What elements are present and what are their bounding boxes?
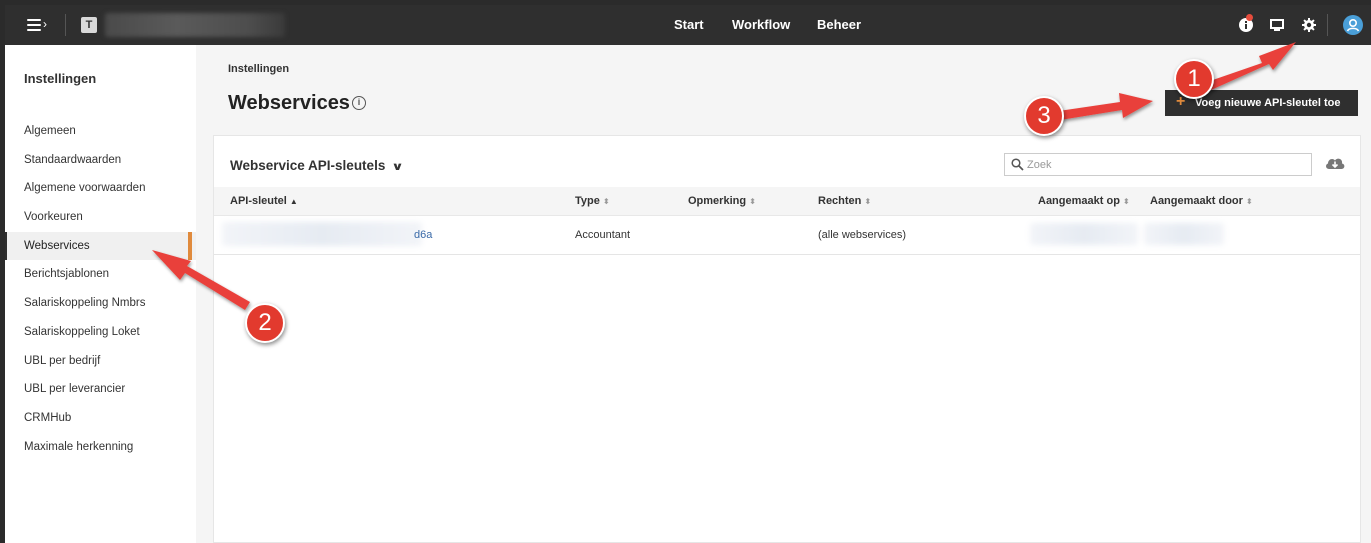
- nav-workflow[interactable]: Workflow: [732, 17, 790, 32]
- hamburger-icon-line: [27, 29, 41, 31]
- sidebar-item-algemene-voorwaarden[interactable]: Algemene voorwaarden: [5, 174, 196, 203]
- cell-type: Accountant: [575, 229, 631, 241]
- sidebar-item-maximale-herkenning[interactable]: Maximale herkenning: [5, 433, 196, 462]
- sort-asc-icon: ▲: [289, 197, 298, 206]
- cell-rechten: (alle webservices): [818, 229, 907, 241]
- annotation-marker-2: 2: [245, 303, 285, 343]
- column-label: Aangemaakt op: [1038, 195, 1120, 207]
- column-label: Opmerking: [688, 195, 747, 207]
- sidebar-item-standaardwaarden[interactable]: Standaardwaarden: [5, 146, 196, 175]
- menu-toggle-button[interactable]: ›: [25, 14, 55, 36]
- divider: [65, 14, 66, 36]
- gear-icon[interactable]: [1299, 15, 1319, 35]
- sort-icon: ⬍: [1245, 197, 1253, 206]
- api-key-link[interactable]: d6a: [414, 229, 432, 241]
- column-header-aangemaakt-door[interactable]: Aangemaakt door ⬍: [1150, 195, 1253, 207]
- page-title: Webservices: [228, 92, 350, 114]
- notification-dot: [1246, 14, 1253, 21]
- sidebar-item-berichtsjablonen[interactable]: Berichtsjablonen: [5, 260, 196, 289]
- sidebar-item-salariskoppeling-loket[interactable]: Salariskoppeling Loket: [5, 318, 196, 347]
- panel-title-label: Webservice API-sleutels: [230, 158, 386, 173]
- organization-badge[interactable]: T: [81, 17, 97, 33]
- chevron-down-icon: ∨: [391, 161, 405, 173]
- hamburger-icon: [27, 19, 41, 21]
- column-label: Rechten: [818, 195, 862, 207]
- column-label: Type: [575, 195, 600, 207]
- cloud-download-icon[interactable]: [1324, 154, 1346, 172]
- sidebar-item-voorkeuren[interactable]: Voorkeuren: [5, 203, 196, 232]
- search-icon: [1011, 158, 1024, 171]
- settings-sidebar: Instellingen Algemeen Standaardwaarden A…: [5, 45, 196, 543]
- annotation-marker-1: 1: [1174, 59, 1214, 99]
- user-avatar-icon[interactable]: [1343, 15, 1363, 35]
- nav-beheer[interactable]: Beheer: [817, 17, 861, 32]
- annotation-marker-3: 3: [1024, 96, 1064, 136]
- app-window: › T Start Workflow Beheer Instellingen A…: [5, 5, 1371, 543]
- search-box: [1004, 153, 1312, 176]
- column-header-aangemaakt-op[interactable]: Aangemaakt op ⬍: [1038, 195, 1130, 207]
- search-input[interactable]: [1027, 156, 1307, 173]
- column-header-api-key[interactable]: API-sleutel ▲: [230, 195, 298, 207]
- column-header-opmerking[interactable]: Opmerking ⬍: [688, 195, 756, 207]
- add-api-key-label: Voeg nieuwe API-sleutel toe: [1195, 97, 1341, 109]
- sidebar-menu: Algemeen Standaardwaarden Algemene voorw…: [5, 117, 196, 461]
- breadcrumb[interactable]: Instellingen: [228, 63, 289, 75]
- sidebar-item-salariskoppeling-nmbrs[interactable]: Salariskoppeling Nmbrs: [5, 289, 196, 318]
- sidebar-item-webservices[interactable]: Webservices: [5, 231, 196, 261]
- created-on-redacted: [1030, 223, 1138, 245]
- chevron-right-icon: ›: [43, 17, 47, 31]
- column-label: API-sleutel: [230, 195, 287, 207]
- sidebar-item-crmhub[interactable]: CRMHub: [5, 404, 196, 433]
- info-icon[interactable]: i: [352, 96, 366, 110]
- sort-icon: ⬍: [864, 197, 872, 206]
- table-row[interactable]: d6a Accountant (alle webservices): [214, 216, 1360, 255]
- monitor-icon[interactable]: [1267, 15, 1287, 35]
- table-header: API-sleutel ▲ Type ⬍ Opmerking ⬍ Rechten ⬍ A…: [214, 187, 1360, 216]
- divider: [1327, 14, 1328, 36]
- column-header-rechten[interactable]: Rechten ⬍: [818, 195, 871, 207]
- nav-start[interactable]: Start: [674, 17, 704, 32]
- sort-icon: ⬍: [1122, 197, 1130, 206]
- panel-title-dropdown[interactable]: Webservice API-sleutels ∨: [230, 158, 405, 173]
- top-bar: › T Start Workflow Beheer: [5, 5, 1371, 45]
- created-by-redacted: [1144, 223, 1224, 245]
- api-keys-panel: Webservice API-sleutels ∨ API-sleutel▲ Ty…: [213, 135, 1361, 543]
- sidebar-item-algemeen[interactable]: Algemeen: [5, 117, 196, 146]
- column-label: Aangemaakt door: [1150, 195, 1243, 207]
- info-notification-icon[interactable]: [1236, 14, 1256, 35]
- hamburger-icon-line: [27, 24, 41, 26]
- organization-name-redacted: [105, 13, 285, 37]
- column-header-type[interactable]: Type ⬍: [575, 195, 610, 207]
- api-key-redacted: [222, 222, 422, 246]
- sidebar-item-ubl-per-bedrijf[interactable]: UBL per bedrijf: [5, 347, 196, 376]
- sidebar-title: Instellingen: [24, 71, 97, 86]
- sidebar-item-ubl-per-leverancier[interactable]: UBL per leverancier: [5, 375, 196, 404]
- sort-icon: ⬍: [749, 197, 756, 206]
- sort-icon: ⬍: [602, 197, 610, 206]
